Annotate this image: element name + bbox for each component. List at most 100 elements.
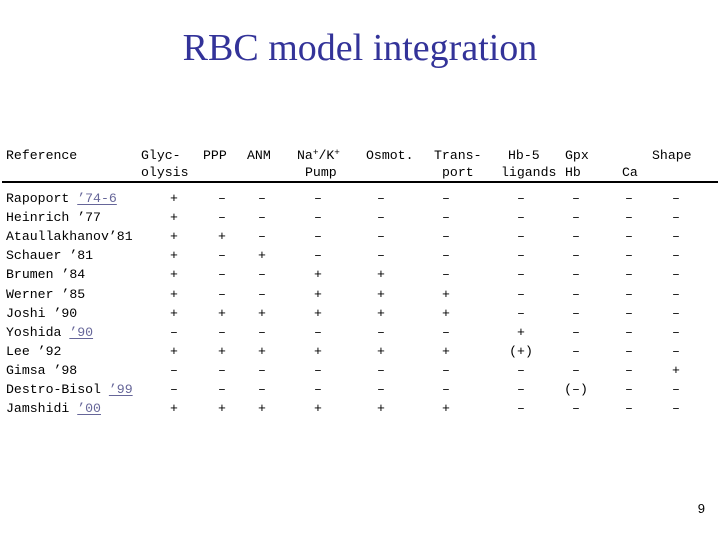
reference-year-link[interactable]: ’90	[69, 325, 93, 340]
table-cell-anm: –	[258, 286, 266, 302]
column-header-continuation: port	[442, 165, 474, 180]
table-cell-gpx_hb: –	[572, 267, 580, 283]
table-cell-anm: –	[258, 324, 266, 340]
table-cell-ppp: –	[218, 382, 226, 397]
slide-page-number: 9	[697, 501, 705, 516]
table-row-reference: Rapoport ’74-6	[6, 191, 117, 206]
table-cell-shape: –	[672, 382, 680, 397]
table-cell-ca: –	[625, 362, 633, 378]
table-cell-nak_pump: –	[314, 191, 322, 206]
table-cell-osmot: –	[377, 191, 385, 206]
table-cell-ca: –	[625, 324, 633, 340]
table-cell-transport: –	[442, 248, 450, 264]
column-header: Hb-5	[508, 148, 540, 163]
table-cell-shape: –	[672, 305, 680, 321]
table-cell-glycolysis: +	[170, 229, 178, 245]
table-cell-ca: –	[625, 343, 633, 359]
table-cell-glycolysis: +	[170, 210, 178, 226]
table-row-reference: Destro-Bisol ’99	[6, 382, 133, 397]
table-cell-transport: –	[442, 229, 450, 245]
table-cell-osmot: +	[377, 286, 385, 302]
table-cell-nak_pump: +	[314, 401, 322, 417]
column-header: Osmot.	[366, 148, 414, 163]
table-cell-hb5_ligands: +	[517, 324, 525, 340]
table-row-reference: Yoshida ’90	[6, 324, 94, 340]
table-cell-ppp: +	[218, 343, 226, 359]
reference-year-link[interactable]: ’00	[77, 401, 101, 416]
table-cell-glycolysis: +	[170, 191, 178, 206]
table-cell-shape: –	[672, 267, 680, 283]
column-header-continuation: Hb	[565, 165, 581, 180]
table-cell-transport: +	[442, 343, 450, 359]
table-cell-osmot: –	[377, 210, 385, 226]
table-cell-ppp: +	[218, 229, 226, 245]
table-cell-ca: –	[625, 305, 633, 321]
table-row-reference: Joshi ’90	[6, 305, 78, 321]
table-cell-nak_pump: –	[314, 248, 322, 264]
table-cell-ca: –	[625, 401, 633, 417]
table-cell-gpx_hb: –	[572, 401, 580, 417]
table-cell-osmot: –	[377, 229, 385, 245]
column-header-continuation: ligands	[501, 165, 557, 180]
table-cell-ppp: –	[218, 248, 226, 264]
table-cell-shape: –	[672, 343, 680, 359]
reference-year: ’77	[77, 210, 101, 226]
table-cell-gpx_hb: –	[572, 324, 580, 340]
table-row-reference: Gimsa ’98	[6, 362, 78, 378]
table-cell-ppp: +	[218, 401, 226, 417]
table-cell-ca: –	[625, 382, 633, 397]
table-cell-osmot: –	[377, 248, 385, 264]
table-cell-nak_pump: +	[314, 343, 322, 359]
rbc-model-integration-table: Reference Glyc- PPP ANM Na+/K+ Osmot. Trans- Hb…	[0, 140, 720, 430]
table-cell-ca: –	[625, 267, 633, 283]
table-cell-glycolysis: –	[170, 382, 178, 397]
table-cell-anm: –	[258, 210, 266, 226]
table-cell-transport: –	[442, 210, 450, 226]
table-cell-ca: –	[625, 229, 633, 245]
table-cell-hb5_ligands: –	[517, 210, 525, 226]
table-cell-ppp: –	[218, 362, 226, 378]
table-cell-hb5_ligands: –	[517, 286, 525, 302]
table-cell-anm: –	[258, 267, 266, 283]
table-cell-gpx_hb: –	[572, 248, 580, 264]
table-cell-nak_pump: +	[314, 305, 322, 321]
column-header: Shape	[652, 148, 692, 163]
table-cell-anm: –	[258, 191, 266, 206]
table-cell-nak_pump: +	[314, 286, 322, 302]
table-cell-gpx_hb: –	[572, 362, 580, 378]
reference-year: ’84	[61, 267, 86, 283]
table-cell-shape: –	[672, 210, 680, 226]
table-cell-ca: –	[625, 248, 633, 264]
table-cell-shape: –	[672, 324, 680, 340]
table-row-reference: Lee ’92	[6, 343, 62, 359]
table-cell-glycolysis: +	[170, 267, 178, 283]
table-cell-gpx_hb: –	[572, 210, 580, 226]
reference-year-link[interactable]: ’99	[109, 382, 133, 397]
table-cell-ca: –	[625, 191, 633, 206]
table-cell-osmot: –	[377, 324, 385, 340]
table-cell-osmot: +	[377, 267, 385, 283]
column-header: PPP	[203, 148, 227, 163]
table-cell-ppp: –	[218, 210, 226, 226]
table-cell-shape: –	[672, 248, 680, 264]
reference-year-link[interactable]: ’74-6	[77, 191, 117, 206]
table-cell-ppp: –	[218, 324, 226, 340]
table-cell-transport: –	[442, 362, 450, 378]
table-cell-hb5_ligands: (+)	[509, 343, 533, 359]
table-cell-gpx_hb: –	[572, 343, 580, 359]
table-cell-glycolysis: +	[170, 343, 178, 359]
table-cell-hb5_ligands: –	[517, 191, 525, 206]
table-cell-ca: –	[625, 210, 633, 226]
table-cell-gpx_hb: –	[572, 305, 580, 321]
table-cell-transport: –	[442, 324, 450, 340]
table-row-reference: Heinrich ’77	[6, 210, 101, 226]
column-header-continuation: Pump	[305, 165, 337, 180]
table-cell-hb5_ligands: –	[517, 267, 525, 283]
table-cell-gpx_hb: –	[572, 191, 580, 206]
table-cell-osmot: +	[377, 305, 385, 321]
table-cell-shape: –	[672, 191, 680, 206]
table-cell-hb5_ligands: –	[517, 401, 525, 417]
table-cell-transport: –	[442, 191, 450, 206]
table-cell-hb5_ligands: –	[517, 305, 525, 321]
table-cell-anm: +	[258, 343, 266, 359]
